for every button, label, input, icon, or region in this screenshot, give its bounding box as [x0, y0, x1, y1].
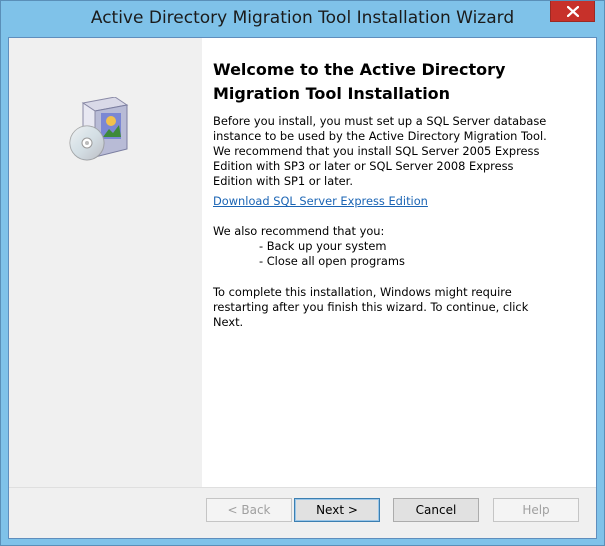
wizard-body: Welcome to the Active Directory Migratio…: [8, 37, 597, 539]
software-box-cd-icon: [69, 97, 129, 161]
intro-line: Edition with SP3 or later or SQL Server …: [213, 159, 514, 173]
recommend-item: - Back up your system: [259, 239, 387, 253]
window-title: Active Directory Migration Tool Installa…: [90, 8, 515, 28]
close-button[interactable]: [550, 1, 595, 22]
intro-line: Edition with SP1 or later.: [213, 174, 353, 188]
welcome-content: Welcome to the Active Directory Migratio…: [202, 38, 596, 487]
closing-line: To complete this installation, Windows m…: [213, 285, 512, 299]
closing-line: Next.: [213, 315, 244, 329]
help-button[interactable]: Help: [493, 498, 579, 522]
closing-paragraph: To complete this installation, Windows m…: [213, 285, 573, 330]
next-button[interactable]: Next >: [294, 498, 380, 522]
recommend-intro: We also recommend that you:: [213, 224, 385, 238]
side-panel: [9, 38, 202, 487]
page-title: Welcome to the Active Directory Migratio…: [213, 60, 506, 103]
installer-window: Active Directory Migration Tool Installa…: [0, 0, 605, 546]
closing-line: restarting after you finish this wizard.…: [213, 300, 529, 314]
intro-line: Before you install, you must set up a SQ…: [213, 114, 547, 128]
intro-paragraph: Before you install, you must set up a SQ…: [213, 114, 573, 189]
intro-line: We recommend that you install SQL Server…: [213, 144, 540, 158]
title-bar[interactable]: Active Directory Migration Tool Installa…: [1, 1, 604, 37]
button-bar: < Back Next > Cancel Help: [9, 487, 596, 538]
download-sql-link[interactable]: Download SQL Server Express Edition: [213, 194, 428, 209]
close-icon: [566, 6, 579, 17]
intro-line: instance to be used by the Active Direct…: [213, 129, 547, 143]
recommend-item: - Close all open programs: [259, 254, 405, 268]
back-button[interactable]: < Back: [206, 498, 292, 522]
cancel-button[interactable]: Cancel: [393, 498, 479, 522]
